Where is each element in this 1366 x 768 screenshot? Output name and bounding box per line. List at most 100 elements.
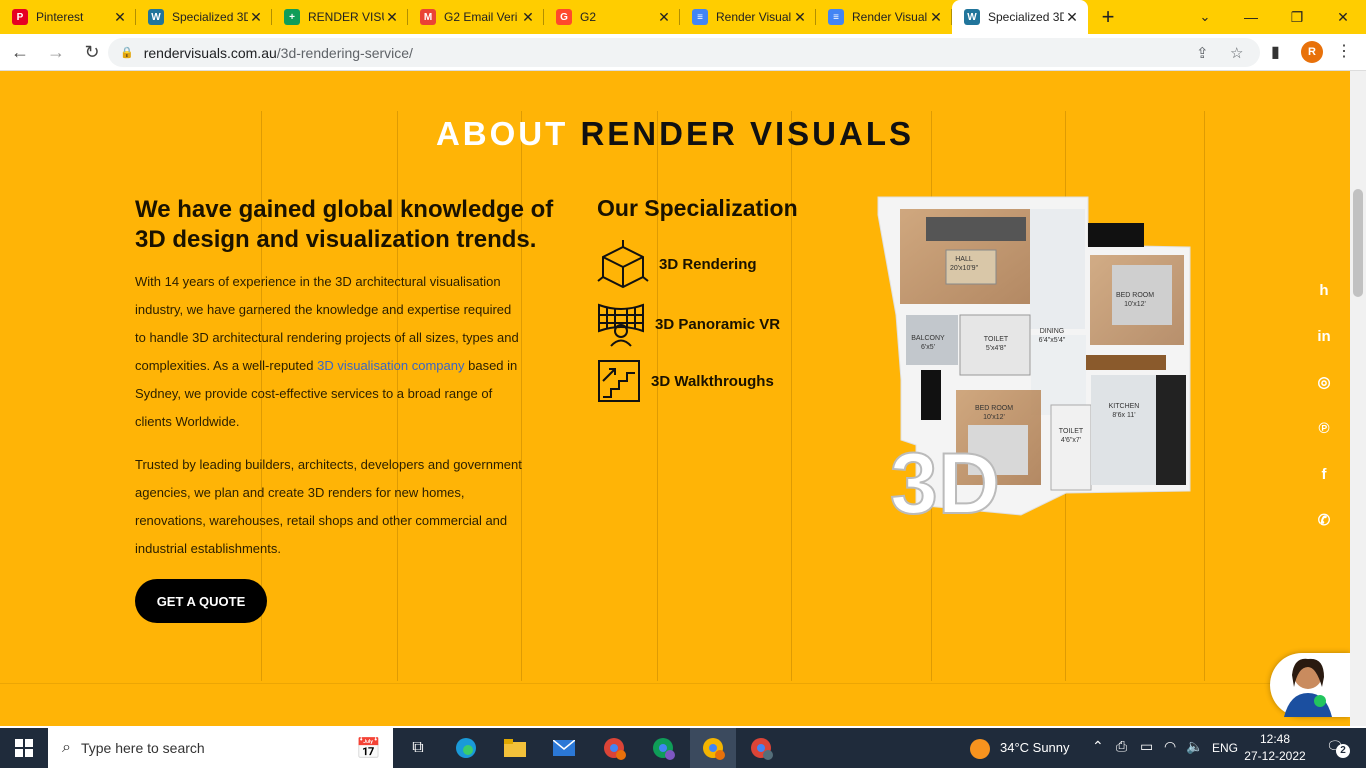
calendar-widget-icon: 📅: [356, 737, 381, 760]
minimize-icon[interactable]: —: [1228, 0, 1274, 34]
menu-kebab-icon[interactable]: ⋮: [1336, 41, 1352, 61]
browser-tab[interactable]: W Specialized 3D ✕: [136, 0, 272, 34]
tab-close-icon[interactable]: ✕: [248, 9, 264, 26]
chrome-profile-v-icon[interactable]: [649, 734, 677, 762]
browser-tab[interactable]: ≡ Render Visual ✕: [816, 0, 952, 34]
instagram-icon[interactable]: ◎: [1313, 371, 1335, 393]
plan-label-hall: HALL: [955, 256, 973, 263]
spec-label: 3D Panoramic VR: [655, 315, 781, 333]
mail-icon[interactable]: [550, 734, 578, 762]
windows-start-icon[interactable]: [10, 734, 38, 762]
tab-search-chevron-icon[interactable]: ⌄: [1190, 0, 1220, 34]
facebook-icon[interactable]: f: [1313, 463, 1335, 485]
forward-icon[interactable]: →: [40, 36, 72, 68]
tab-title: Pinterest: [36, 10, 84, 24]
plan-size-toilet1: 5'x4'8": [986, 345, 1007, 352]
share-icon[interactable]: ⇪: [1196, 44, 1209, 62]
browser-tab[interactable]: W Specialized 3D ✕: [952, 0, 1088, 34]
language-indicator[interactable]: ENG: [1212, 741, 1238, 755]
browser-tab[interactable]: M G2 Email Veri ✕: [408, 0, 544, 34]
plan-size-toilet2: 4'6"x7': [1061, 437, 1081, 444]
plan-size-balcony: 6'x5': [921, 344, 935, 351]
browser-tab[interactable]: P Pinterest ✕: [0, 0, 136, 34]
tab-close-icon[interactable]: ✕: [656, 9, 672, 26]
browser-tab[interactable]: ≡ Render Visual ✕: [680, 0, 816, 34]
tray-chevron-icon[interactable]: ⌃: [1092, 738, 1104, 755]
houzz-icon[interactable]: h: [1313, 279, 1335, 301]
tab-title: G2: [580, 10, 597, 24]
volume-icon[interactable]: 🔈: [1186, 738, 1203, 755]
url-host: rendervisuals.com.au: [143, 44, 277, 61]
spec-item-panoramic-vr[interactable]: 3D Panoramic VR: [597, 301, 780, 347]
wifi-icon[interactable]: ◠: [1164, 738, 1176, 755]
tab-close-icon[interactable]: ✕: [112, 9, 128, 26]
chrome-profile-r2-icon[interactable]: [747, 734, 775, 762]
plan-label-bed2: BED ROOM: [975, 405, 1013, 412]
tab-title: Render Visual: [716, 10, 792, 24]
tab-title: Specialized 3D: [988, 10, 1064, 24]
phone-icon[interactable]: ✆: [1313, 509, 1335, 531]
plan-3d-text: 3D: [890, 436, 1000, 525]
tab-close-icon[interactable]: ✕: [384, 9, 400, 26]
address-bar[interactable]: 🔒 rendervisuals.com.au/3d-rendering-serv…: [108, 38, 1260, 67]
spec-label: 3D Rendering: [659, 255, 757, 273]
heading-white: ABOUT: [435, 115, 569, 152]
tab-close-icon[interactable]: ✕: [520, 9, 536, 26]
address-toolbar: ← → ↻ 🔒 rendervisuals.com.au/3d-renderin…: [0, 34, 1366, 71]
battery-icon[interactable]: ▭: [1140, 738, 1153, 755]
weather-sun-icon[interactable]: [970, 739, 990, 759]
spec-item-3d-rendering[interactable]: 3D Rendering: [597, 239, 757, 289]
gmail-icon: M: [420, 9, 436, 25]
tray-device-icon[interactable]: ⎙: [1116, 738, 1127, 755]
clock-date[interactable]: 27-12-2022: [1242, 749, 1308, 763]
plan-size-bed2: 10'x12': [983, 414, 1005, 421]
chrome-profile-m-icon[interactable]: [600, 734, 628, 762]
wordpress-icon: W: [148, 9, 164, 25]
bookmark-star-icon[interactable]: ☆: [1230, 44, 1243, 62]
section-heading: ABOUT RENDER VISUALS: [0, 115, 1350, 153]
clock-time[interactable]: 12:48: [1248, 732, 1302, 746]
notification-count-badge: 2: [1336, 744, 1350, 758]
subheading: We have gained global knowledge of 3D de…: [135, 196, 554, 253]
plan-label-bed1: BED ROOM: [1116, 292, 1154, 299]
docs-icon: ≡: [828, 9, 844, 25]
plan-label-dining: DINING: [1040, 328, 1065, 335]
tab-close-icon[interactable]: ✕: [1064, 9, 1080, 26]
search-placeholder: Type here to search: [80, 740, 205, 756]
profile-avatar[interactable]: R: [1301, 41, 1323, 63]
chat-widget[interactable]: [1270, 653, 1350, 717]
chrome-profile-r-icon-active[interactable]: [690, 728, 736, 768]
page-scrollbar[interactable]: [1350, 71, 1366, 726]
heading-dark: RENDER VISUALS: [580, 115, 915, 152]
tab-close-icon[interactable]: ✕: [792, 9, 808, 26]
window-controls: — ❐ ✕: [1228, 0, 1366, 34]
url-path: /3d-rendering-service/: [276, 44, 413, 61]
close-window-icon[interactable]: ✕: [1320, 0, 1366, 34]
stairs-icon: [598, 360, 640, 402]
browser-tab[interactable]: + RENDER VISU ✕: [272, 0, 408, 34]
edge-icon[interactable]: [452, 734, 480, 762]
taskbar-search[interactable]: ⌕ Type here to search 📅: [48, 728, 393, 768]
spec-item-walkthroughs[interactable]: 3D Walkthroughs: [597, 359, 774, 403]
plan-label-kitchen: KITCHEN: [1109, 403, 1140, 410]
task-view-icon[interactable]: ⧉: [404, 734, 432, 762]
tab-title: Render Visual: [852, 10, 928, 24]
linkedin-icon[interactable]: in: [1313, 325, 1335, 347]
back-icon[interactable]: ←: [4, 36, 36, 68]
side-panel-icon[interactable]: ▮: [1271, 42, 1280, 62]
scrollbar-thumb[interactable]: [1353, 189, 1363, 297]
g2-icon: G: [556, 9, 572, 25]
new-tab-icon[interactable]: +: [1088, 0, 1128, 34]
weather-text[interactable]: 34°C Sunny: [1000, 740, 1070, 755]
tab-close-icon[interactable]: ✕: [928, 9, 944, 26]
section-bottom-strip: [0, 683, 1350, 726]
get-a-quote-button[interactable]: GET A QUOTE: [135, 579, 267, 623]
restore-icon[interactable]: ❐: [1274, 0, 1320, 34]
visualisation-company-link[interactable]: 3D visualisation company: [317, 358, 464, 373]
browser-tab[interactable]: G G2 ✕: [544, 0, 680, 34]
paragraph-experience: With 14 years of experience in the 3D ar…: [135, 268, 525, 436]
reload-icon[interactable]: ↻: [76, 36, 108, 68]
file-explorer-icon[interactable]: [501, 734, 529, 762]
pinterest-icon[interactable]: ℗: [1313, 417, 1335, 439]
tab-title: G2 Email Veri: [444, 10, 518, 24]
